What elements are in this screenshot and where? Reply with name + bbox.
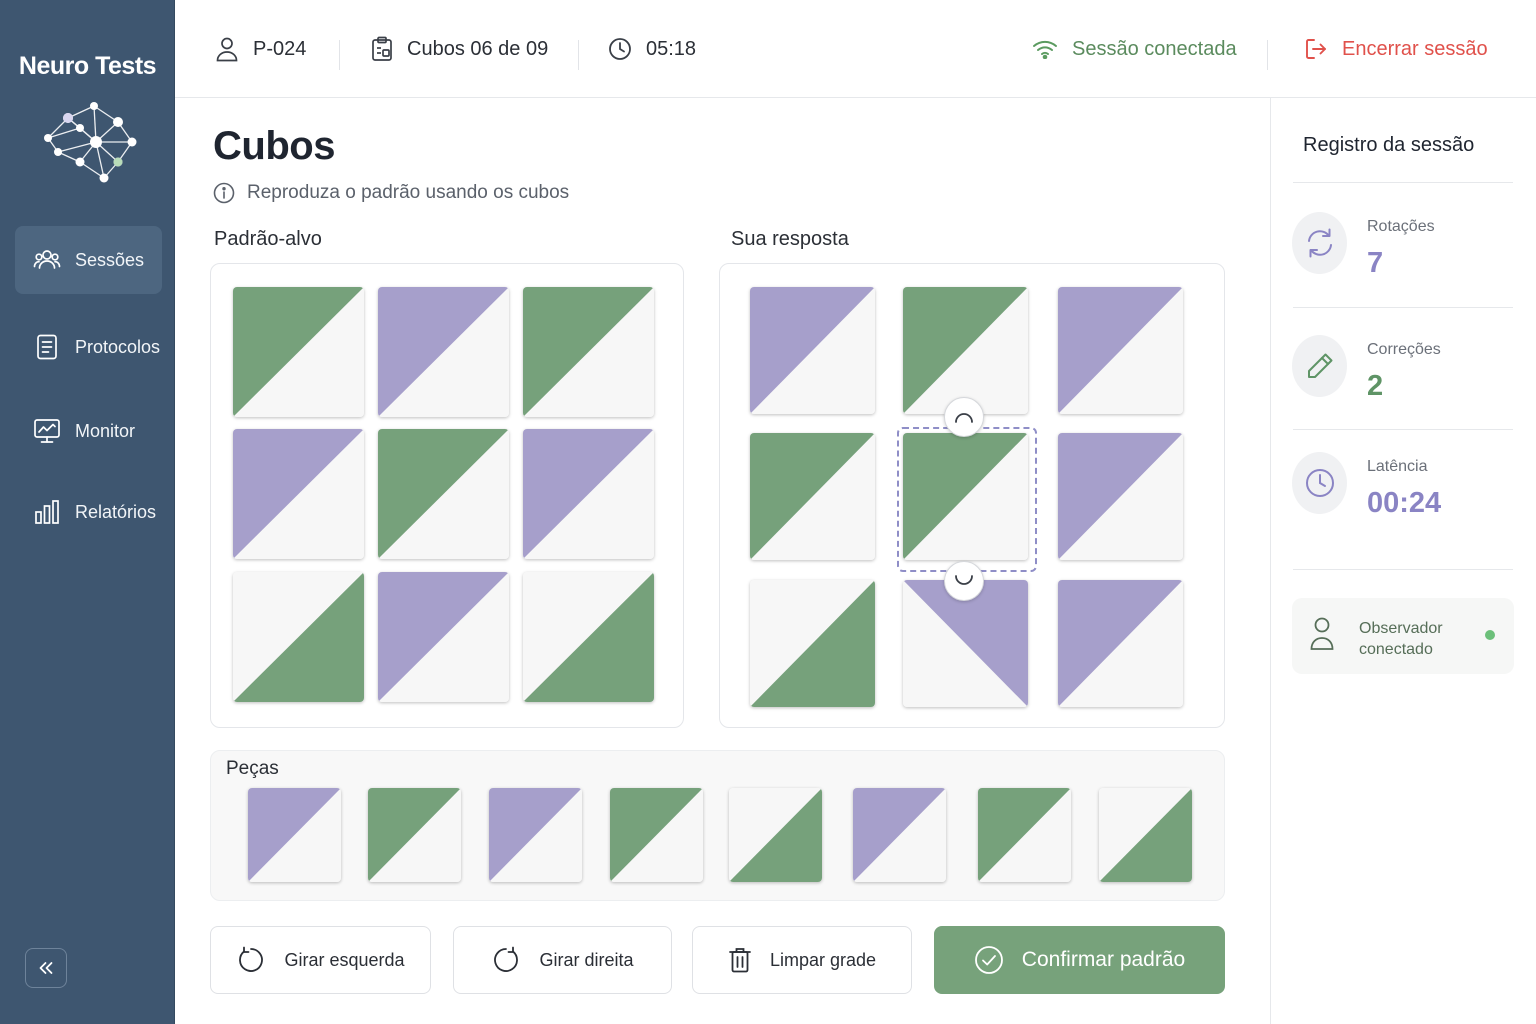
observer-user-icon bbox=[1310, 617, 1334, 650]
user-icon bbox=[216, 37, 238, 62]
target-tile bbox=[378, 287, 509, 417]
trash-icon bbox=[729, 948, 751, 973]
piece-tile[interactable] bbox=[248, 788, 341, 882]
stat-label-rotacoes: Rotações bbox=[1367, 218, 1435, 235]
piece-tile[interactable] bbox=[1099, 788, 1192, 882]
piece-tile[interactable] bbox=[853, 788, 946, 882]
response-cell[interactable] bbox=[750, 580, 875, 707]
document-icon bbox=[37, 334, 57, 360]
sidebar-item-label: Relatórios bbox=[75, 501, 157, 522]
clock-icon bbox=[609, 38, 631, 60]
response-cell[interactable] bbox=[1058, 287, 1183, 414]
clear-grid-button[interactable]: Limpar grade bbox=[692, 926, 912, 994]
target-pattern-label: Padrão-alvo bbox=[214, 228, 322, 250]
session-timer: 05:18 bbox=[608, 0, 696, 98]
sidebar-item-label: Monitor bbox=[75, 420, 136, 441]
rotate-left-icon bbox=[239, 946, 264, 972]
sidebar-item-protocolos[interactable]: Protocolos bbox=[15, 313, 162, 381]
monitor-icon bbox=[34, 419, 60, 443]
target-tile bbox=[233, 572, 364, 702]
connection-status: Sessão conectada bbox=[1032, 0, 1237, 98]
target-tile bbox=[523, 572, 654, 702]
piece-tile[interactable] bbox=[729, 788, 822, 882]
response-label: Sua resposta bbox=[731, 228, 849, 250]
response-cell[interactable] bbox=[750, 433, 875, 560]
stat-label-correcoes: Correções bbox=[1367, 341, 1441, 358]
sidebar-item-label: Sessões bbox=[75, 249, 145, 270]
rotate-right-button[interactable]: Girar direita bbox=[453, 926, 672, 994]
session-log-title: Registro da sessão bbox=[1303, 134, 1475, 156]
selected-cell-outline bbox=[897, 427, 1037, 572]
target-tile bbox=[233, 287, 364, 417]
target-tile bbox=[378, 429, 509, 559]
bar-chart-icon bbox=[35, 500, 59, 524]
response-cell[interactable] bbox=[750, 287, 875, 414]
target-tile bbox=[233, 429, 364, 559]
response-cell[interactable] bbox=[903, 287, 1028, 414]
observer-online-dot bbox=[1485, 630, 1495, 640]
top-bar: P-024 Cubos 06 de 09 05:18 Sessão conect… bbox=[175, 0, 1536, 98]
sidebar: Neuro Tests Sessões Protocolos Monitor R… bbox=[0, 0, 175, 1024]
sidebar-item-relatorios[interactable]: Relatórios bbox=[15, 478, 162, 546]
end-session-button[interactable]: Encerrar sessão bbox=[1304, 0, 1488, 98]
piece-tile[interactable] bbox=[489, 788, 582, 882]
piece-tile[interactable] bbox=[368, 788, 461, 882]
sidebar-item-monitor[interactable]: Monitor bbox=[15, 397, 162, 465]
clock-icon bbox=[1292, 452, 1347, 514]
rotate-arc-icon bbox=[955, 413, 973, 423]
rotate-left-button[interactable]: Girar esquerda bbox=[210, 926, 431, 994]
target-tile bbox=[378, 572, 509, 702]
target-tile bbox=[523, 287, 654, 417]
instruction-text: Reproduza o padrão usando os cubos bbox=[213, 182, 569, 204]
brand-title: Neuro Tests bbox=[18, 52, 157, 80]
target-tile bbox=[523, 429, 654, 559]
sidebar-item-sessoes[interactable]: Sessões bbox=[15, 226, 162, 294]
clipboard-icon bbox=[372, 36, 392, 61]
stat-value-rotacoes: 7 bbox=[1367, 247, 1384, 279]
response-cell[interactable] bbox=[1058, 433, 1183, 560]
wifi-icon bbox=[1033, 40, 1057, 59]
confirm-pattern-button[interactable]: Confirmar padrão bbox=[934, 926, 1225, 994]
users-icon bbox=[33, 250, 61, 269]
refresh-icon bbox=[1292, 212, 1347, 274]
rotate-handle-top[interactable] bbox=[944, 397, 984, 437]
response-cell[interactable] bbox=[1058, 580, 1183, 707]
collapse-sidebar-button[interactable] bbox=[25, 948, 67, 988]
info-icon bbox=[213, 182, 235, 204]
participant-id: P-024 bbox=[215, 0, 306, 98]
piece-tile[interactable] bbox=[978, 788, 1071, 882]
logout-icon bbox=[1306, 39, 1326, 59]
observer-label: Observador conectado bbox=[1359, 620, 1443, 658]
double-chevron-left-icon bbox=[39, 962, 53, 974]
pencil-icon bbox=[1292, 335, 1347, 397]
task-progress: Cubos 06 de 09 bbox=[371, 0, 548, 98]
rotate-arc-icon bbox=[955, 575, 973, 585]
network-logo-icon bbox=[44, 102, 137, 183]
stat-value-latencia: 00:24 bbox=[1367, 487, 1442, 519]
piece-tile[interactable] bbox=[610, 788, 703, 882]
sidebar-item-label: Protocolos bbox=[75, 336, 161, 357]
pieces-label: Peças bbox=[226, 758, 279, 779]
pieces-tray bbox=[210, 750, 1225, 901]
check-circle-icon bbox=[974, 946, 1003, 974]
rotate-right-icon bbox=[494, 946, 519, 972]
stat-label-latencia: Latência bbox=[1367, 458, 1428, 475]
stat-value-correcoes: 2 bbox=[1367, 370, 1384, 402]
rotate-handle-bottom[interactable] bbox=[944, 561, 984, 601]
page-title: Cubos bbox=[213, 124, 335, 168]
